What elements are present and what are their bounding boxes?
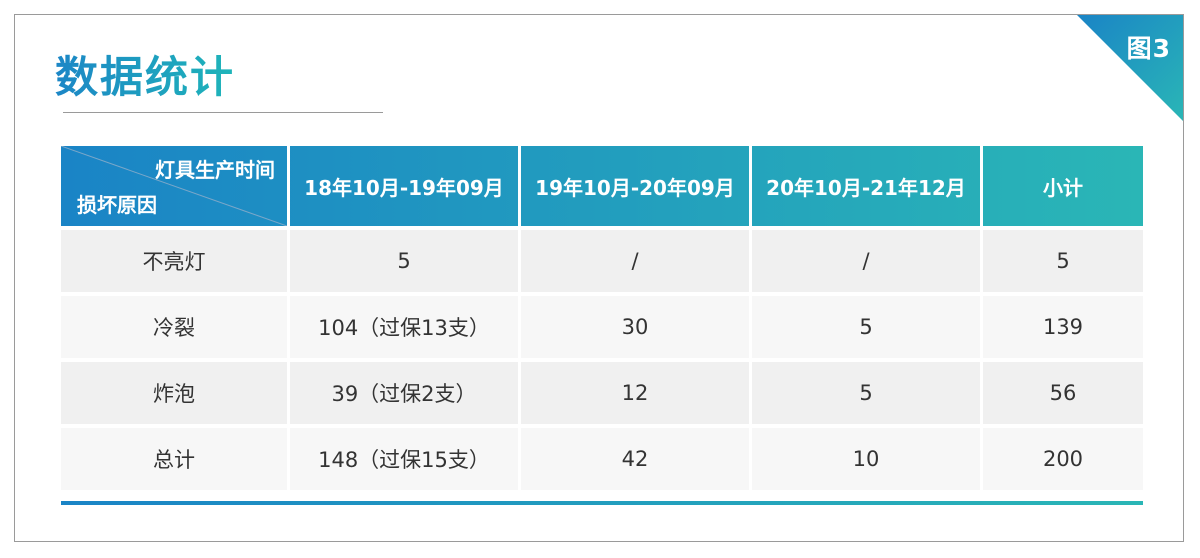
table-row: 总计 148（过保15支） 42 10 200: [61, 428, 1143, 490]
row-label: 炸泡: [61, 362, 287, 424]
header-col-subtotal: 小计: [1043, 175, 1083, 200]
title-divider: [63, 112, 383, 113]
header-col-2: 19年10月-20年09月: [535, 175, 735, 200]
stats-table-wrap: 灯具生产时间 损坏原因 18年10月-19年09月 19年10月-20年09月 …: [61, 146, 1143, 490]
table-row: 冷裂 104（过保13支） 30 5 139: [61, 296, 1143, 358]
table-header-row: 灯具生产时间 损坏原因 18年10月-19年09月 19年10月-20年09月 …: [61, 146, 1143, 226]
table-cell: 5: [290, 230, 518, 292]
slide-frame: 图3 数据统计 灯具生产时间 损坏原因 18年10月-19年09月 19年10月…: [14, 14, 1184, 542]
table-cell: 12: [521, 362, 749, 424]
table-row: 不亮灯 5 / / 5: [61, 230, 1143, 292]
table-cell: 5: [983, 230, 1143, 292]
table-cell: 5: [752, 362, 980, 424]
table-cell: 42: [521, 428, 749, 490]
table-row: 炸泡 39（过保2支） 12 5 56: [61, 362, 1143, 424]
table-cell: 30: [521, 296, 749, 358]
table-bottom-bar: [61, 501, 1143, 505]
table-cell: 139: [983, 296, 1143, 358]
header-col-3: 20年10月-21年12月: [766, 175, 966, 200]
table-cell: 39（过保2支）: [290, 362, 518, 424]
table-cell: /: [752, 230, 980, 292]
header-diagonal-cell: 灯具生产时间 损坏原因: [61, 146, 287, 226]
row-label: 冷裂: [61, 296, 287, 358]
header-production-time: 灯具生产时间: [155, 158, 275, 182]
table-cell: 104（过保13支）: [290, 296, 518, 358]
table-cell: 5: [752, 296, 980, 358]
page-title: 数据统计: [55, 53, 235, 103]
header-damage-cause: 损坏原因: [77, 193, 157, 217]
header-col-1: 18年10月-19年09月: [304, 175, 504, 200]
table-cell: /: [521, 230, 749, 292]
table-cell: 56: [983, 362, 1143, 424]
row-label: 总计: [61, 428, 287, 490]
table-cell: 10: [752, 428, 980, 490]
row-label: 不亮灯: [61, 230, 287, 292]
table-cell: 148（过保15支）: [290, 428, 518, 490]
table-cell: 200: [983, 428, 1143, 490]
corner-ribbon: 图3: [1077, 15, 1183, 121]
figure-label: 图3: [1126, 34, 1171, 63]
stats-table: 灯具生产时间 损坏原因 18年10月-19年09月 19年10月-20年09月 …: [58, 146, 1146, 490]
